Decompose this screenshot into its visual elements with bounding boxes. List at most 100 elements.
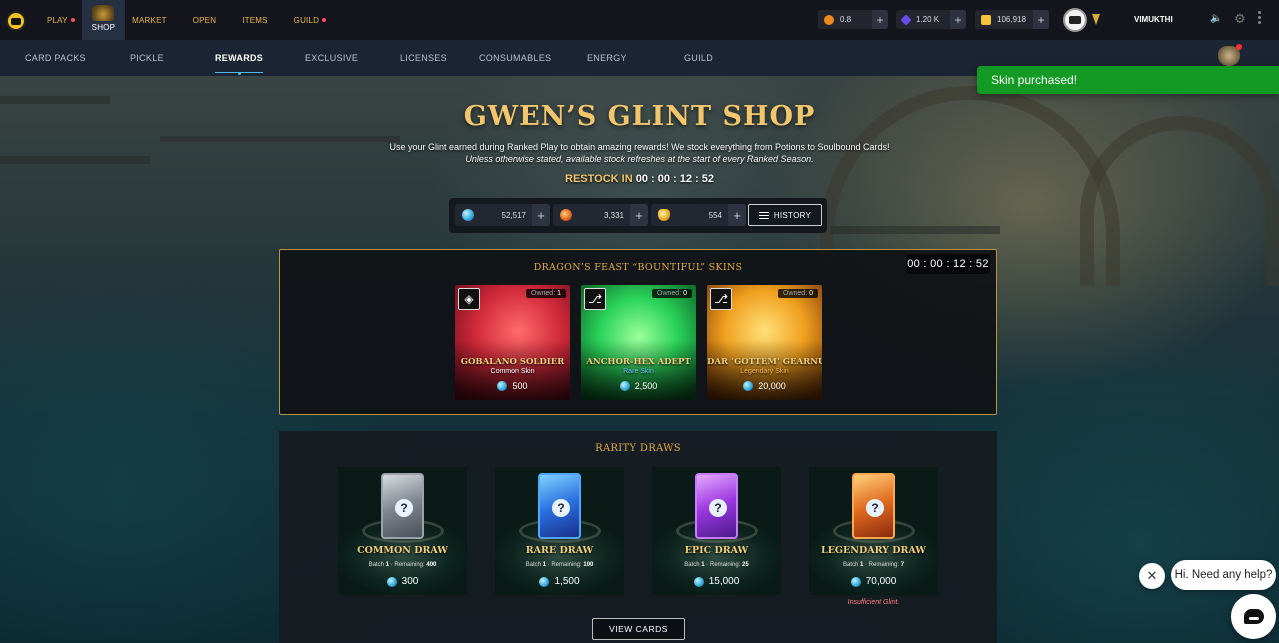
wallet-credits: 106,918 + [975,10,1049,29]
draw-card-rare[interactable]: ? RARE DRAW Batch 1 · Remaining: 100 1,5… [495,467,624,595]
draw-card-common[interactable]: ? COMMON DRAW Batch 1 · Remaining: 400 3… [338,467,467,595]
guild-emblem-icon[interactable] [1218,44,1242,66]
draw-card-legendary[interactable]: ? LEGENDARY DRAW Batch 1 · Remaining: 7 … [809,467,938,595]
draw-batch: Batch 1 · Remaining: 400 [368,562,437,568]
page-title: GWEN’S GLINT SHOP [463,101,816,132]
insufficient-glint-warning: Insufficient Glint. [847,599,900,606]
owned-count: Owned: 0 [778,289,818,298]
sound-icon[interactable]: 🔈 [1210,14,1222,24]
top-nav: PLAY SHOP MARKET OPEN ITEMS GUILD [40,0,333,40]
tab-card-packs[interactable]: CARD PACKS [25,40,86,76]
gear-icon[interactable]: ⚙ [1234,12,1246,26]
glint-icon [539,576,550,587]
rarity-draws-title: RARITY DRAWS [595,443,681,454]
topnav-open[interactable]: OPEN [186,0,223,40]
restock-countdown: RESTOCK IN 00 : 00 : 12 : 52 [565,173,714,185]
draw-name: COMMON DRAW [357,545,448,556]
notification-dot [70,18,75,22]
draw-name: RARE DRAW [525,545,594,556]
add-coin-button[interactable]: + [872,10,888,29]
rarity-draws-panel: RARITY DRAWS ? COMMON DRAW Batch 1 · Rem… [279,431,997,643]
card-back-icon: ? [695,473,738,539]
owned-count: Owned: 0 [652,289,692,298]
add-glint-button[interactable]: + [532,204,550,226]
skin-price: 2,500 [581,381,696,391]
featured-skins-panel: DRAGON’S FEAST “BOUNTIFUL” SKINS 00 : 00… [279,249,997,415]
glint-icon [850,576,861,587]
featured-timer: 00 : 00 : 12 : 52 [906,254,990,274]
draw-batch: Batch 1 · Remaining: 100 [525,562,594,568]
draw-batch: Batch 1 · Remaining: 25 [684,562,749,568]
glint-icon [497,381,508,391]
help-bubble[interactable]: Hi. Need any help? [1171,560,1276,590]
tab-pickle[interactable]: PICKLE [130,40,164,76]
tab-exclusive[interactable]: EXCLUSIVE [305,40,358,76]
topnav-play[interactable]: PLAY [40,0,82,40]
app-logo-icon[interactable] [6,11,26,31]
topnav-items[interactable]: ITEMS [235,0,274,40]
balance-bar: 52,517 + 3,331 + 554 + HISTORY [449,198,827,233]
tab-licenses[interactable]: LICENSES [400,40,447,76]
coin-icon [824,14,834,25]
card-back-icon: ? [381,473,424,539]
list-icon [758,211,769,219]
tab-rewards[interactable]: REWARDS [215,40,264,76]
wallet-crystal: 1.20 K + [896,10,966,29]
skin-rarity: Common Skin [490,368,535,375]
skin-price: 20,000 [707,381,822,391]
draw-price: 1,500 [495,576,624,587]
rank-icon [1092,14,1100,25]
notification-dot [322,18,327,22]
draw-name: EPIC DRAW [684,545,749,556]
glint-icon [743,381,754,391]
glint-icon [619,381,630,391]
glint-icon [386,576,397,587]
add-credits-button[interactable]: + [1033,10,1049,29]
draw-price: 300 [338,576,467,587]
tab-guild[interactable]: GUILD [684,40,713,76]
add-gold-potion-button[interactable]: + [728,204,746,226]
topnav-market[interactable]: MARKET [125,0,174,40]
purchase-toast: Skin purchased! [977,66,1279,94]
shop-icon [92,5,115,21]
history-button[interactable]: HISTORY [748,204,822,226]
skin-name: GOBALANO SOLDIER [460,357,565,367]
more-menu-icon[interactable] [1258,11,1261,14]
draw-price: 15,000 [652,576,781,587]
balance-red-potion: 3,331 + [553,204,648,226]
avatar[interactable] [1063,8,1087,32]
help-chat-button[interactable] [1231,594,1276,639]
crystal-icon [900,13,912,26]
tab-consumables[interactable]: CONSUMABLES [479,40,551,76]
owned-count: Owned: 1 [526,289,566,298]
topnav-guild[interactable]: GUILD [287,0,333,40]
draw-card-epic[interactable]: ? EPIC DRAW Batch 1 · Remaining: 25 15,0… [652,467,781,595]
legendary-rarity-icon: ⎇ [710,288,732,310]
add-red-potion-button[interactable]: + [630,204,648,226]
rare-rarity-icon: ⎇ [584,288,606,310]
red-potion-icon [560,209,572,221]
balance-glint: 52,517 + [455,204,550,226]
username[interactable]: VIMUKTHI [1134,15,1173,24]
card-back-icon: ? [852,473,895,539]
balance-gold-potion: 554 + [651,204,746,226]
gold-potion-icon [658,209,670,221]
glint-icon [693,576,704,587]
tab-energy[interactable]: ENERGY [587,40,627,76]
skin-rarity: Rare Skin [623,368,654,375]
skin-card[interactable]: ◈ Owned: 1 GOBALANO SOLDIER Common Skin … [455,285,570,400]
add-crystal-button[interactable]: + [950,10,966,29]
shop-description: Use your Glint earned during Ranked Play… [389,142,890,164]
skin-card[interactable]: ⎇ Owned: 0 ANCHOR-HEX ADEPT Rare Skin 2,… [581,285,696,400]
draw-price: 70,000 [809,576,938,587]
chat-icon [1243,609,1264,624]
wallet-coin: 0.8 + [818,10,888,29]
view-cards-button[interactable]: VIEW CARDS [592,618,685,640]
card-back-icon: ? [538,473,581,539]
skin-card[interactable]: ⎇ Owned: 0 DAR ‘GOTTEM’ GEARNUT Legendar… [707,285,822,400]
close-help-icon[interactable]: ✕ [1139,563,1165,589]
skin-name: ANCHOR-HEX ADEPT [586,357,691,367]
skin-price: 500 [455,381,570,391]
credits-icon [981,14,991,25]
topnav-shop[interactable]: SHOP [81,0,126,40]
